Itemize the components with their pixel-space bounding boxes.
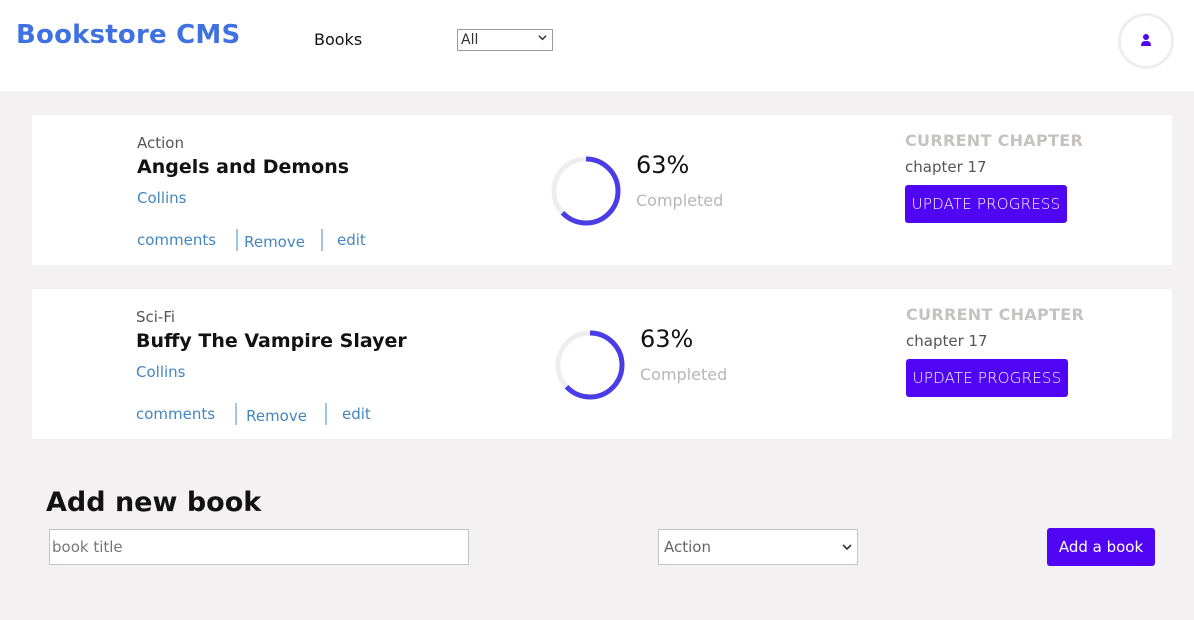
add-book-button[interactable]: Add a book: [1047, 528, 1155, 566]
current-chapter-heading: CURRENT CHAPTER: [905, 131, 1084, 150]
progress-percent: 63%: [636, 151, 690, 179]
user-avatar-button[interactable]: [1118, 13, 1174, 69]
progress-ring: [555, 330, 625, 400]
logo[interactable]: Bookstore CMS: [16, 20, 240, 50]
book-author[interactable]: Collins: [136, 363, 185, 381]
edit-button[interactable]: edit: [342, 405, 371, 423]
update-progress-button[interactable]: UPDATE PROGRESS: [905, 185, 1067, 223]
progress-label: Completed: [640, 365, 728, 384]
remove-button[interactable]: Remove: [244, 233, 305, 251]
book-category-select[interactable]: Action: [658, 529, 858, 565]
add-book-heading: Add new book: [46, 487, 262, 518]
book-actions: comments Remove edit: [137, 228, 366, 252]
book-title: Buffy The Vampire Slayer: [136, 330, 407, 352]
divider: [320, 229, 323, 251]
edit-button[interactable]: edit: [337, 231, 366, 249]
nav-books-link[interactable]: Books: [314, 30, 362, 49]
book-author[interactable]: Collins: [137, 189, 186, 207]
progress-label: Completed: [636, 191, 724, 210]
book-title: Angels and Demons: [137, 156, 350, 178]
book-category: Sci-Fi: [136, 308, 176, 326]
divider: [236, 229, 239, 251]
current-chapter-value: chapter 17: [905, 158, 987, 176]
book-card: Action Angels and Demons Collins comment…: [32, 115, 1172, 265]
book-category-value: Action: [664, 538, 711, 556]
chevron-down-icon: [842, 544, 852, 551]
comments-button[interactable]: comments: [136, 405, 215, 423]
header: Bookstore CMS Books All: [0, 0, 1194, 91]
book-actions: comments Remove edit: [136, 402, 371, 426]
progress-ring: [551, 156, 621, 226]
divider: [235, 403, 238, 425]
category-filter-select[interactable]: All: [457, 29, 553, 51]
book-card: Sci-Fi Buffy The Vampire Slayer Collins …: [32, 289, 1172, 439]
user-icon: [1141, 34, 1151, 46]
current-chapter-heading: CURRENT CHAPTER: [906, 305, 1085, 324]
book-title-input[interactable]: [49, 529, 469, 565]
divider: [324, 403, 327, 425]
category-filter-value: All: [461, 32, 479, 48]
current-chapter-value: chapter 17: [906, 332, 988, 350]
chevron-down-icon: [538, 35, 547, 41]
comments-button[interactable]: comments: [137, 231, 216, 249]
book-category: Action: [137, 134, 184, 152]
update-progress-button[interactable]: UPDATE PROGRESS: [906, 359, 1068, 397]
remove-button[interactable]: Remove: [246, 407, 307, 425]
progress-percent: 63%: [640, 325, 694, 353]
